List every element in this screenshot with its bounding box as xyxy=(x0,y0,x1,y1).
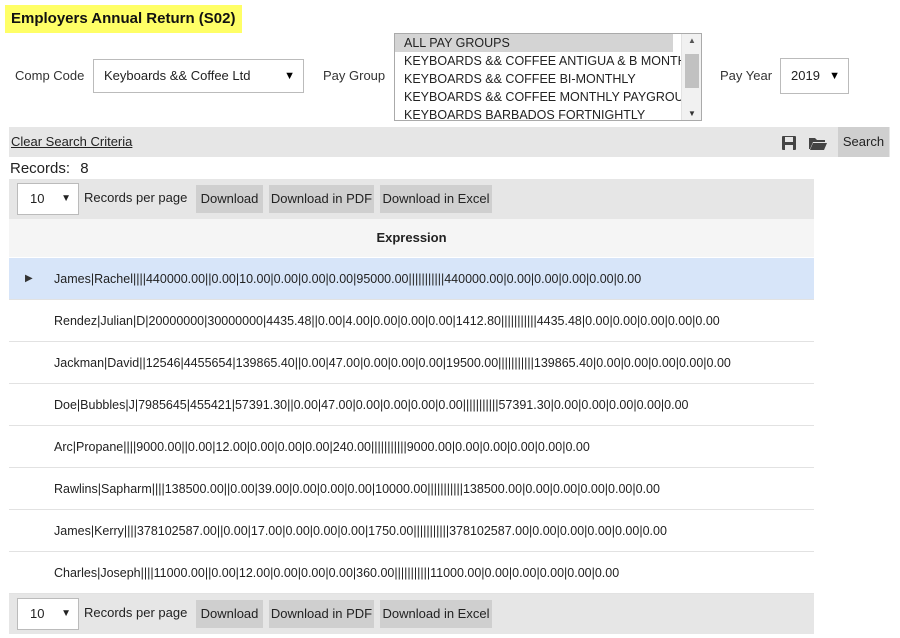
table-row[interactable]: Rawlins|Sapharm||||138500.00||0.00|39.00… xyxy=(9,468,814,510)
page-size-select[interactable]: 10 ▼ xyxy=(17,183,79,215)
expression-cell: James|Kerry||||378102587.00||0.00|17.00|… xyxy=(54,524,667,538)
pay-group-option[interactable]: KEYBOARDS && COFFEE BI-MONTHLY xyxy=(395,70,673,88)
records-number: 8 xyxy=(80,160,89,177)
pay-year-select[interactable]: 2019 ▼ xyxy=(780,58,849,94)
table-row[interactable]: James|Kerry||||378102587.00||0.00|17.00|… xyxy=(9,510,814,552)
chevron-down-icon: ▼ xyxy=(61,608,71,619)
expression-cell: Rendez|Julian|D|20000000|30000000|4435.4… xyxy=(54,314,720,328)
save-icon[interactable] xyxy=(781,135,797,151)
chevron-down-icon: ▼ xyxy=(829,70,840,82)
download-pdf-button[interactable]: Download in PDF xyxy=(269,600,374,628)
download-button[interactable]: Download xyxy=(196,600,263,628)
pager-bottom: 10 ▼ Records per page Download Download … xyxy=(9,594,814,634)
page-size-value: 10 xyxy=(30,191,45,206)
download-button[interactable]: Download xyxy=(196,185,263,213)
table-row[interactable]: Jackman|David||12546|4455654|139865.40||… xyxy=(9,342,814,384)
download-excel-button[interactable]: Download in Excel xyxy=(380,185,492,213)
chevron-down-icon: ▼ xyxy=(61,193,71,204)
pager-top: 10 ▼ Records per page Download Download … xyxy=(9,179,814,219)
records-per-page-label: Records per page xyxy=(84,190,188,205)
download-excel-button[interactable]: Download in Excel xyxy=(380,600,492,628)
pay-year-label: Pay Year xyxy=(720,68,773,83)
row-expand-icon[interactable]: ▶ xyxy=(25,258,33,300)
expression-cell: Rawlins|Sapharm||||138500.00||0.00|39.00… xyxy=(54,482,660,496)
records-label: Records: xyxy=(10,160,71,177)
table-row[interactable]: Charles|Joseph||||11000.00||0.00|12.00|0… xyxy=(9,552,814,594)
clear-search-criteria-link[interactable]: Clear Search Criteria xyxy=(11,134,132,149)
download-pdf-button[interactable]: Download in PDF xyxy=(269,185,374,213)
comp-code-label: Comp Code xyxy=(15,68,85,83)
scrollbar-thumb[interactable] xyxy=(685,54,699,88)
pay-group-option[interactable]: ALL PAY GROUPS xyxy=(395,34,673,52)
comp-code-value: Keyboards && Coffee Ltd xyxy=(104,68,251,83)
page-size-value: 10 xyxy=(30,606,45,621)
expression-cell: Jackman|David||12546|4455654|139865.40||… xyxy=(54,356,731,370)
expression-cell: James|Rachel||||440000.00||0.00|10.00|0.… xyxy=(54,272,642,286)
pay-group-label: Pay Group xyxy=(323,68,386,83)
pay-group-option[interactable]: KEYBOARDS && COFFEE ANTIGUA & B MONTHLY xyxy=(395,52,701,70)
listbox-scrollbar[interactable]: ▲ ▼ xyxy=(681,34,701,120)
pay-year-value: 2019 xyxy=(791,68,820,83)
scroll-up-icon[interactable]: ▲ xyxy=(688,36,696,45)
folder-open-icon[interactable] xyxy=(808,135,828,151)
expression-cell: Doe|Bubbles|J|7985645|455421|57391.30||0… xyxy=(54,398,689,412)
search-button[interactable]: Search xyxy=(838,127,889,157)
expression-cell: Arc|Propane||||9000.00||0.00|12.00|0.00|… xyxy=(54,440,590,454)
table-row[interactable]: Arc|Propane||||9000.00||0.00|12.00|0.00|… xyxy=(9,426,814,468)
pay-group-option[interactable]: KEYBOARDS && COFFEE MONTHLY PAYGROUP xyxy=(395,88,692,106)
column-header-expression[interactable]: Expression xyxy=(9,219,814,257)
table-row[interactable]: ▶ James|Rachel||||440000.00||0.00|10.00|0… xyxy=(9,258,814,300)
table-row[interactable]: Doe|Bubbles|J|7985645|455421|57391.30||0… xyxy=(9,384,814,426)
pay-group-listbox[interactable]: ALL PAY GROUPS KEYBOARDS && COFFEE ANTIGU… xyxy=(394,33,702,121)
scroll-down-icon[interactable]: ▼ xyxy=(688,109,696,118)
table-row[interactable]: Rendez|Julian|D|20000000|30000000|4435.4… xyxy=(9,300,814,342)
records-per-page-label: Records per page xyxy=(84,605,188,620)
pay-group-option[interactable]: KEYBOARDS BARBADOS FORTNIGHTLY xyxy=(395,106,673,120)
page-size-select[interactable]: 10 ▼ xyxy=(17,598,79,630)
comp-code-select[interactable]: Keyboards && Coffee Ltd ▼ xyxy=(93,59,304,93)
page-title: Employers Annual Return (S02) xyxy=(5,5,242,33)
expression-cell: Charles|Joseph||||11000.00||0.00|12.00|0… xyxy=(54,566,620,580)
records-count: Records: 8 xyxy=(10,160,89,178)
chevron-down-icon: ▼ xyxy=(284,70,295,82)
search-toolbar: Clear Search Criteria Search xyxy=(9,127,890,157)
